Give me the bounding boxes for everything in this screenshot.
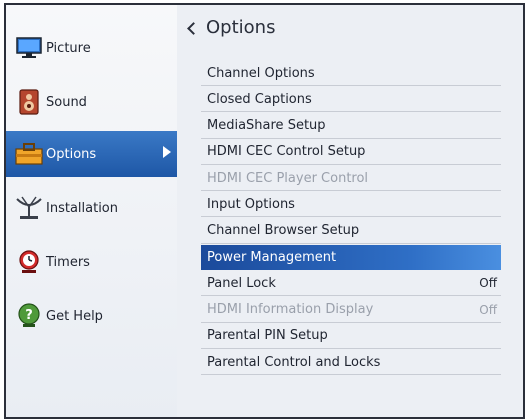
- menu-item-channel-browser-setup[interactable]: Channel Browser Setup: [201, 219, 501, 244]
- menu-item-label: Input Options: [207, 196, 295, 212]
- menu-item-value: Off: [479, 276, 497, 291]
- menu-item-label: Closed Captions: [207, 91, 312, 107]
- menu-item-channel-options[interactable]: Channel Options: [201, 61, 501, 86]
- menu-item-closed-captions[interactable]: Closed Captions: [201, 87, 501, 113]
- menu-item-label: MediaShare Setup: [207, 118, 326, 134]
- sidebar-item-label: Get Help: [46, 308, 103, 324]
- menu-item-hdmi-cec-player-control: HDMI CEC Player Control: [201, 166, 501, 192]
- sidebar-item-sound[interactable]: Sound: [6, 79, 177, 125]
- menu-item-hdmi-information-display: HDMI Information Display Off: [201, 298, 501, 323]
- menu-item-hdmi-cec-control-setup[interactable]: HDMI CEC Control Setup: [201, 140, 501, 165]
- menu-item-parental-control-and-locks[interactable]: Parental Control and Locks: [201, 350, 501, 376]
- menu-item-input-options[interactable]: Input Options: [201, 192, 501, 218]
- chevron-right-icon: [163, 146, 171, 158]
- alarm-clock-icon: [14, 247, 44, 277]
- back-chevron-icon: [187, 21, 200, 35]
- sidebar-item-label: Installation: [46, 200, 119, 216]
- menu-item-label: Parental Control and Locks: [207, 354, 381, 370]
- menu-item-label: Panel Lock: [207, 275, 276, 291]
- sidebar-item-installation[interactable]: Installation: [6, 185, 177, 231]
- monitor-icon: [14, 33, 44, 63]
- menu-item-label: HDMI CEC Control Setup: [207, 144, 366, 160]
- menu-item-label: Power Management: [207, 249, 337, 265]
- menu-item-value: Off: [479, 302, 497, 317]
- help-question-icon: ?: [14, 301, 44, 331]
- menu-frame: Picture Sound Options Installation Timer…: [4, 3, 525, 419]
- sidebar-item-label: Timers: [46, 254, 90, 270]
- sidebar-item-picture[interactable]: Picture: [6, 25, 177, 71]
- sidebar-item-timers[interactable]: Timers: [6, 239, 177, 285]
- sidebar-item-get-help[interactable]: ? Get Help: [6, 293, 177, 339]
- svg-text:?: ?: [25, 308, 33, 323]
- menu-item-mediashare-setup[interactable]: MediaShare Setup: [201, 114, 501, 139]
- menu-item-label: Channel Browser Setup: [207, 223, 360, 239]
- options-panel: Options Channel Options Closed Captions …: [177, 5, 523, 417]
- sidebar-item-options[interactable]: Options: [6, 131, 177, 177]
- menu-item-label: HDMI CEC Player Control: [207, 170, 369, 186]
- sidebar: Picture Sound Options Installation Timer…: [6, 5, 177, 417]
- page-title[interactable]: Options: [187, 17, 276, 38]
- sidebar-item-label: Sound: [46, 94, 87, 110]
- menu-item-label: Channel Options: [207, 65, 315, 81]
- tv-settings-screen: Picture Sound Options Installation Timer…: [0, 0, 526, 420]
- sidebar-item-label: Options: [46, 146, 97, 162]
- satellite-antenna-icon: [14, 193, 44, 223]
- sidebar-item-label: Picture: [46, 40, 91, 56]
- menu-item-parental-pin-setup[interactable]: Parental PIN Setup: [201, 324, 501, 349]
- toolbox-icon: [14, 139, 44, 169]
- page-title-text: Options: [206, 17, 276, 38]
- options-menu: Channel Options Closed Captions MediaSha…: [201, 61, 501, 377]
- menu-item-label: Parental PIN Setup: [207, 328, 328, 344]
- menu-item-power-management[interactable]: Power Management: [201, 245, 501, 271]
- speaker-icon: [14, 87, 44, 117]
- menu-item-panel-lock[interactable]: Panel Lock Off: [201, 271, 501, 297]
- menu-item-label: HDMI Information Display: [207, 302, 374, 318]
